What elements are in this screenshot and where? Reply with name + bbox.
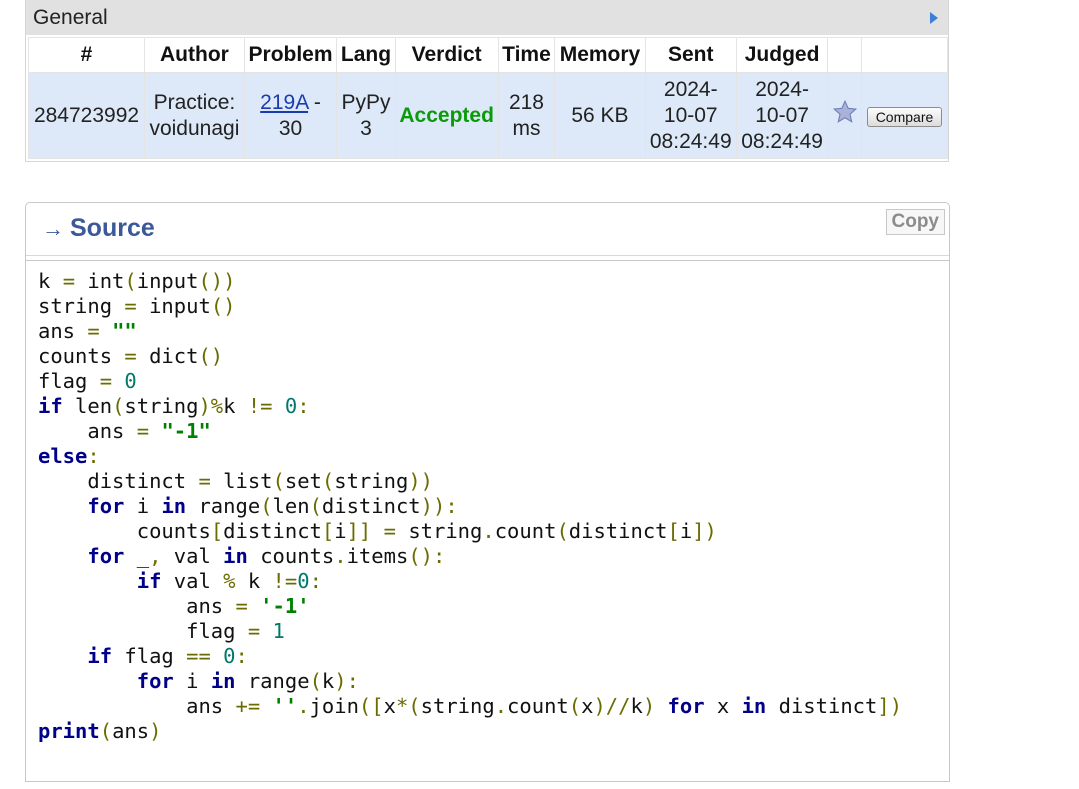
code-line: k = int(input()) [38, 269, 236, 293]
code-line: counts[distinct[i]] = string.count(disti… [136, 519, 717, 543]
code-line: flag = 0 [38, 369, 137, 393]
source-panel: → Source Copy k = int(input()) string = i… [25, 202, 950, 782]
code-line: ans = "-1" [87, 419, 211, 443]
arrow-right-icon: → [42, 216, 64, 241]
submission-verdict: Accepted [394, 72, 499, 159]
time-unit: ms [512, 116, 541, 140]
judged-time: 08:24:49 [741, 129, 823, 153]
source-header: → Source Copy [26, 203, 949, 256]
problem-link[interactable]: 219A [260, 91, 308, 114]
problem-round: 30 [278, 116, 303, 140]
code-line: counts = dict() [38, 344, 224, 368]
code-line: else: [38, 444, 100, 468]
header-lang: Lang [336, 37, 396, 73]
table-header-row: # Author Problem Lang Verdict Time Memor… [27, 37, 949, 73]
code-line: if len(string)%k != 0: [38, 394, 310, 418]
sent-year: 2024- [663, 77, 718, 101]
judged-year: 2024- [755, 77, 809, 101]
source-code[interactable]: k = int(input()) string = input() ans = … [38, 269, 937, 744]
general-title: General [33, 6, 108, 29]
general-header[interactable]: General [26, 0, 948, 35]
header-judged: Judged [735, 37, 829, 73]
problem-separator: - [308, 90, 321, 114]
lang-name: PyPy [341, 90, 391, 114]
star-icon[interactable] [832, 99, 858, 132]
code-line: ans = "" [38, 319, 137, 343]
header-sent: Sent [644, 37, 737, 73]
code-line: for i in range(k): [136, 669, 359, 693]
code-line: flag = 1 [186, 619, 285, 643]
submission-author: Practice: voidunagi [144, 72, 245, 159]
lang-version: 3 [360, 116, 372, 140]
author-prefix: Practice: [153, 90, 236, 114]
header-problem: Problem [243, 37, 338, 73]
header-compare [860, 37, 949, 73]
table-row: 284723992 Practice: voidunagi 219A - 30 … [27, 72, 949, 159]
submission-sent: 2024- 10-07 08:24:49 [644, 72, 737, 159]
sent-date: 10-07 [663, 103, 718, 127]
code-area[interactable]: k = int(input()) string = input() ans = … [26, 260, 949, 781]
header-author: Author [144, 37, 245, 73]
header-id: # [27, 37, 146, 73]
source-title-text: Source [70, 214, 155, 242]
submission-problem: 219A - 30 [243, 72, 338, 159]
submission-table: # Author Problem Lang Verdict Time Memor… [27, 37, 949, 159]
judged-date: 10-07 [755, 103, 809, 127]
compare-cell: Compare [860, 72, 949, 159]
submission-time: 218 ms [497, 72, 556, 159]
general-panel: General # Author Problem Lang Verdict Ti… [25, 0, 949, 162]
code-line: if flag == 0: [87, 644, 248, 668]
code-line: string = input() [38, 294, 236, 318]
sent-time: 08:24:49 [649, 129, 732, 153]
source-title: → Source [42, 214, 155, 243]
verdict-accepted: Accepted [399, 103, 494, 127]
code-line: ans = '-1' [186, 594, 310, 618]
code-line: for _, val in counts.items(): [87, 544, 446, 568]
copy-button[interactable]: Copy [885, 209, 945, 235]
code-line: ans += ''.join([x*(string.count(x)//k) f… [186, 694, 903, 718]
header-verdict: Verdict [394, 37, 499, 73]
submission-lang: PyPy 3 [336, 72, 396, 159]
favourite-cell [827, 72, 862, 159]
code-line: distinct = list(set(string)) [87, 469, 433, 493]
submission-id: 284723992 [27, 72, 146, 159]
header-memory: Memory [554, 37, 646, 73]
time-value: 218 [508, 90, 544, 114]
code-line: for i in range(len(distinct)): [87, 494, 458, 518]
code-line: print(ans) [38, 719, 162, 743]
submission-judged: 2024- 10-07 08:24:49 [735, 72, 829, 159]
header-time: Time [497, 37, 556, 73]
expand-arrow-icon[interactable] [930, 12, 938, 24]
compare-button[interactable]: Compare [866, 106, 943, 127]
code-line: if val % k !=0: [136, 569, 322, 593]
submission-memory: 56 KB [554, 72, 646, 159]
author-handle[interactable]: voidunagi [149, 117, 239, 140]
header-star [827, 37, 862, 73]
